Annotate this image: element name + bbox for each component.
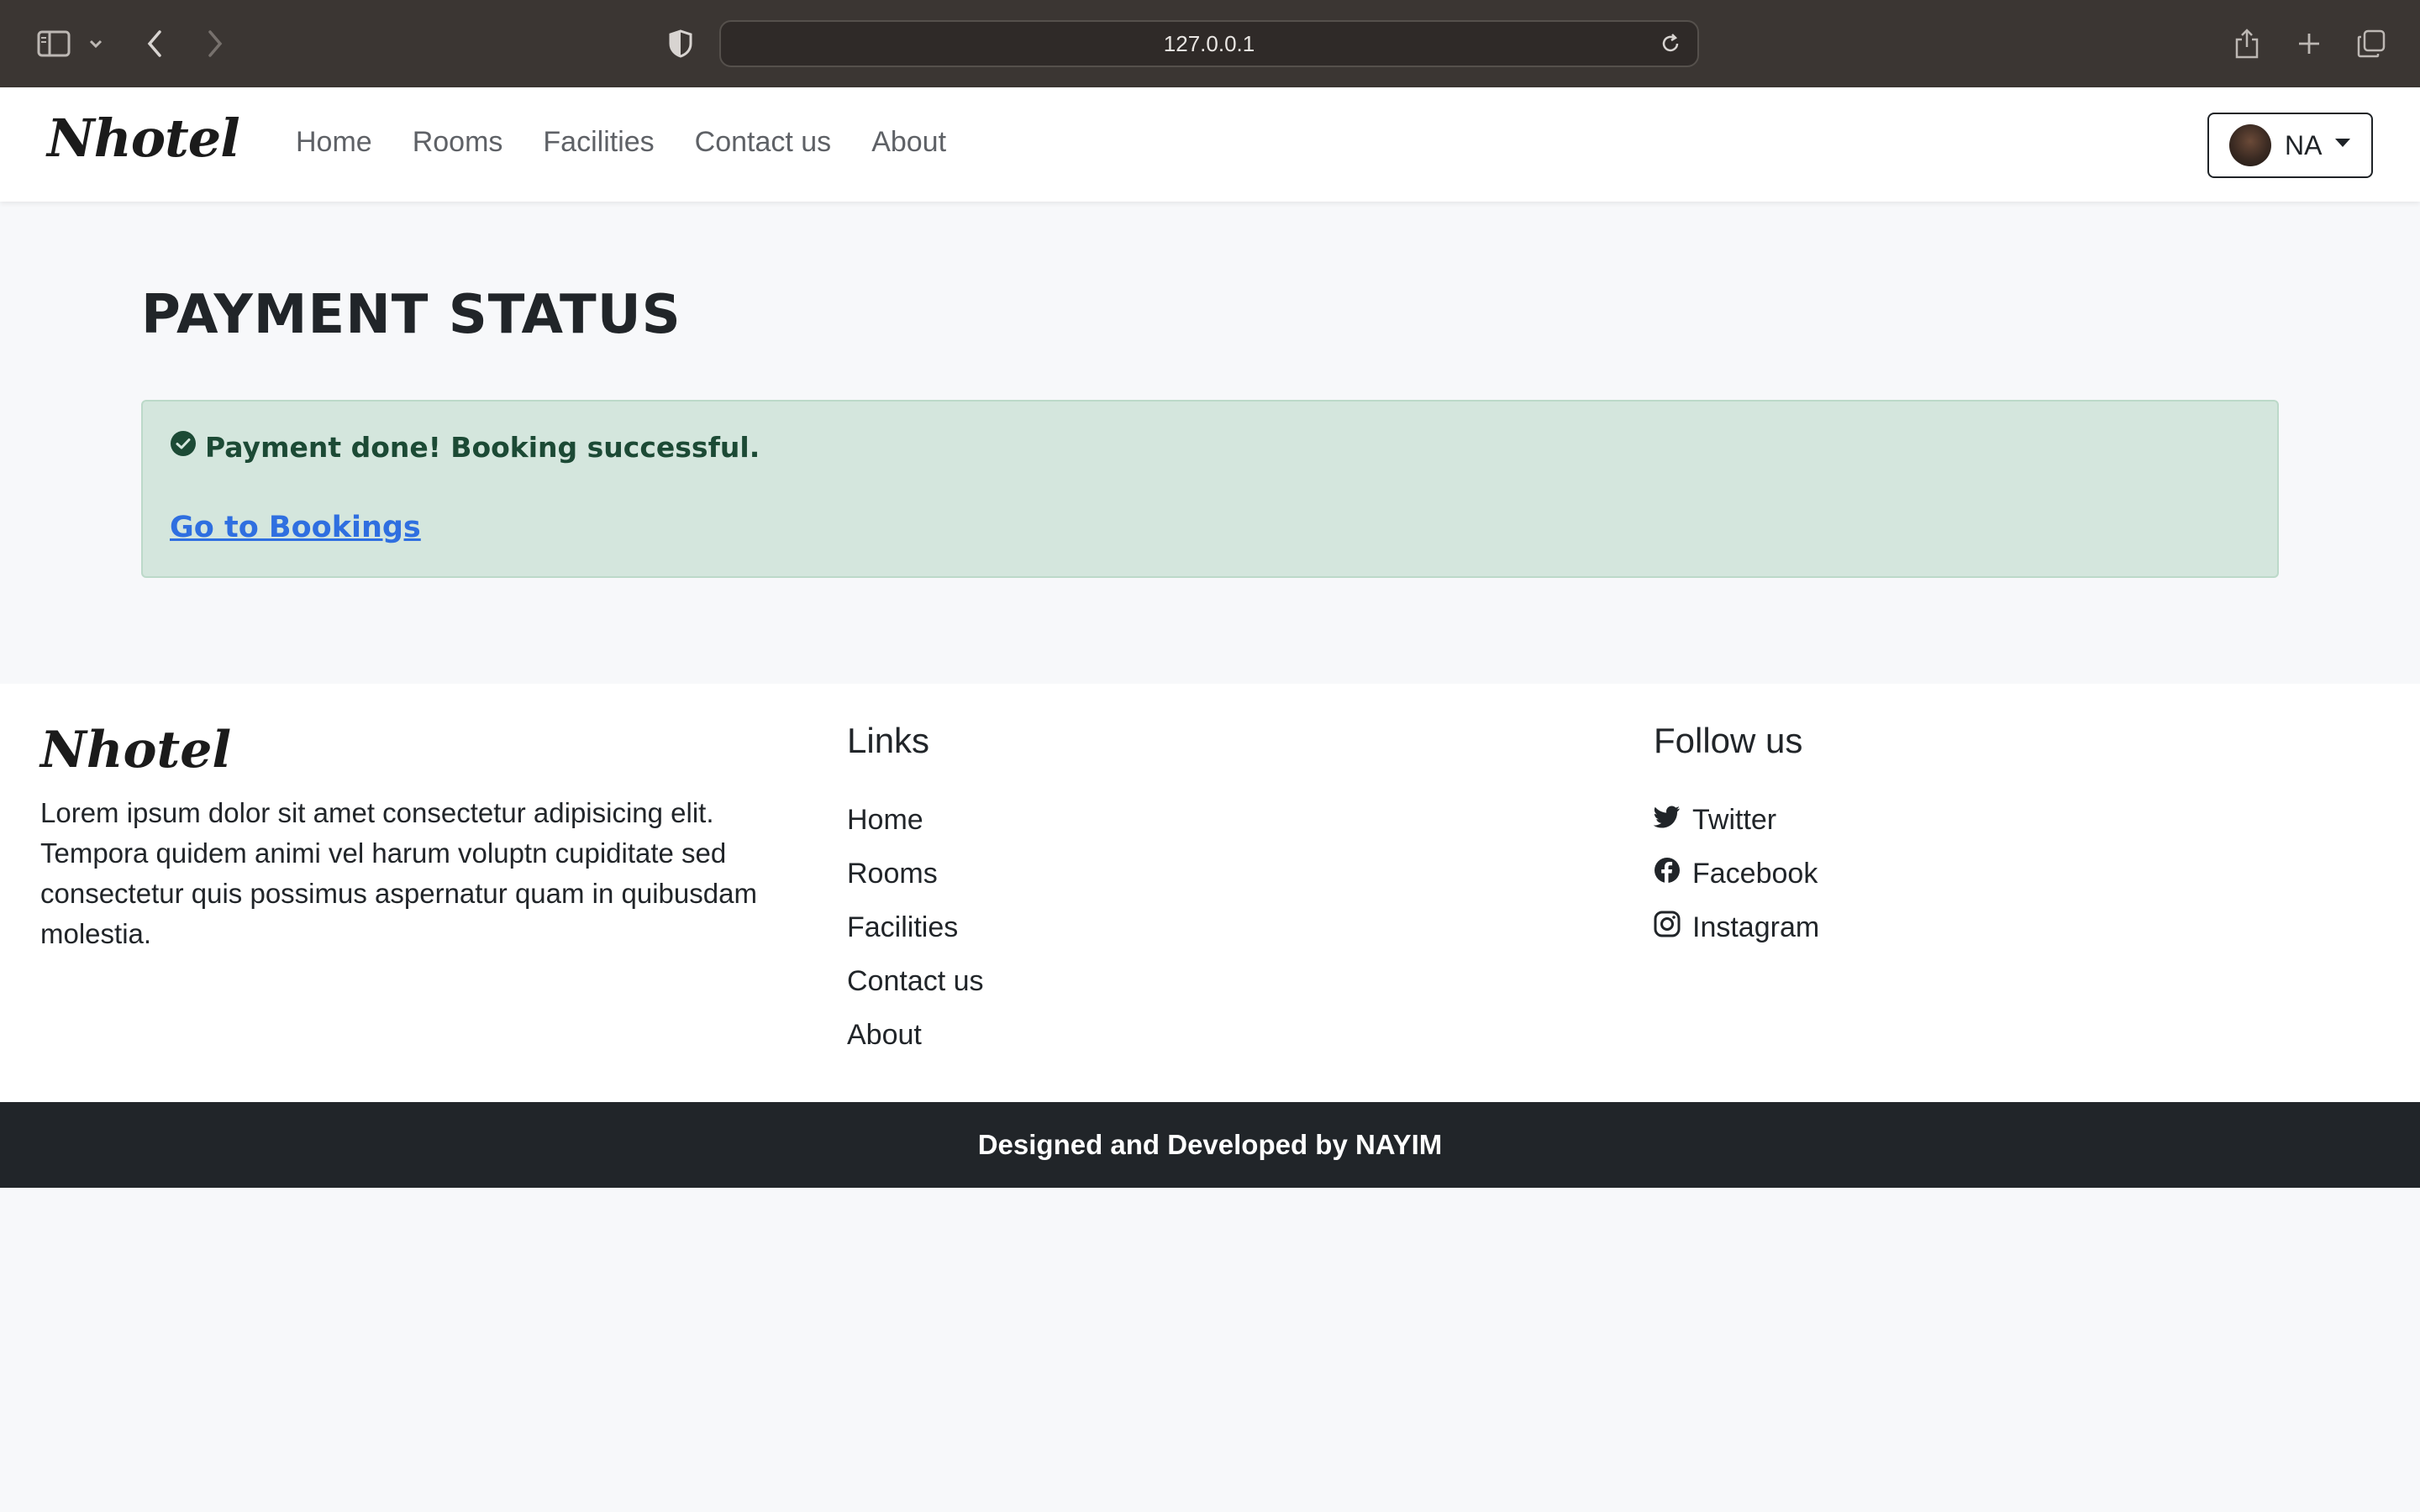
browser-toolbar: 127.0.0.1 (0, 0, 2420, 87)
footer-description: Lorem ipsum dolor sit amet consectetur a… (40, 797, 757, 949)
brand-logo[interactable]: Nhotel (47, 108, 240, 169)
check-circle-icon (170, 430, 197, 464)
nav-link-contact[interactable]: Contact us (695, 126, 832, 159)
alert-message-text: Payment done! Booking successful. (205, 430, 760, 464)
social-link-facebook[interactable]: Facebook (1654, 847, 1819, 900)
tabs-overview-icon[interactable] (2353, 24, 2390, 64)
user-initials: NA (2285, 129, 2323, 160)
nav-links: Home Rooms Facilities Contact us About (296, 126, 946, 159)
caret-down-icon (2335, 139, 2351, 147)
social-label-instagram: Instagram (1692, 911, 1820, 943)
forward-icon[interactable] (198, 24, 232, 64)
avatar (2229, 124, 2271, 166)
social-link-twitter[interactable]: Twitter (1653, 793, 1819, 847)
footer-follow-title: Follow us (1654, 721, 1803, 760)
footer-link-contact[interactable]: Contact us (847, 954, 984, 1008)
reload-icon[interactable] (1659, 32, 1682, 55)
back-icon[interactable] (138, 24, 171, 64)
instagram-icon (1654, 911, 1681, 945)
address-bar[interactable]: 127.0.0.1 (719, 20, 1699, 67)
social-label-twitter: Twitter (1692, 803, 1777, 836)
alert-message: Payment done! Booking successful. (170, 430, 760, 464)
social-label-facebook: Facebook (1692, 857, 1818, 890)
page-title: PAYMENT STATUS (141, 284, 681, 346)
footer-link-about[interactable]: About (847, 1008, 984, 1062)
footer-links-list: Home Rooms Facilities Contact us About (847, 793, 984, 1062)
url-text: 127.0.0.1 (1163, 30, 1255, 56)
user-menu-button[interactable]: NA (2207, 113, 2373, 178)
success-alert: Payment done! Booking successful. Go to … (141, 400, 2279, 578)
nav-link-facilities[interactable]: Facilities (543, 126, 654, 159)
nav-link-rooms[interactable]: Rooms (413, 126, 503, 159)
credit-text: Designed and Developed by NAYIM (977, 1129, 1443, 1160)
footer-links-title: Links (847, 721, 930, 760)
site-navbar: Nhotel Home Rooms Facilities Contact us … (0, 87, 2420, 202)
social-link-instagram[interactable]: Instagram (1654, 900, 1819, 954)
credit-bar: Designed and Developed by NAYIM (0, 1102, 2420, 1188)
nav-link-about[interactable]: About (871, 126, 946, 159)
site-footer: Nhotel Lorem ipsum dolor sit amet consec… (0, 684, 2420, 1102)
footer-social-list: Twitter Facebook Instagram (1653, 793, 1819, 954)
twitter-icon (1653, 804, 1681, 837)
footer-link-rooms[interactable]: Rooms (847, 847, 984, 900)
footer-link-facilities[interactable]: Facilities (847, 900, 984, 954)
footer-link-home[interactable]: Home (847, 793, 984, 847)
share-icon[interactable] (2230, 24, 2264, 64)
chevron-down-icon[interactable] (84, 24, 108, 64)
nav-link-home[interactable]: Home (296, 126, 372, 159)
shield-icon[interactable] (664, 24, 697, 64)
go-to-bookings-link[interactable]: Go to Bookings (170, 511, 421, 544)
facebook-icon (1654, 857, 1681, 891)
new-tab-icon[interactable] (2292, 24, 2326, 64)
footer-brand-logo: Nhotel (40, 721, 232, 780)
sidebar-icon[interactable] (34, 24, 74, 64)
